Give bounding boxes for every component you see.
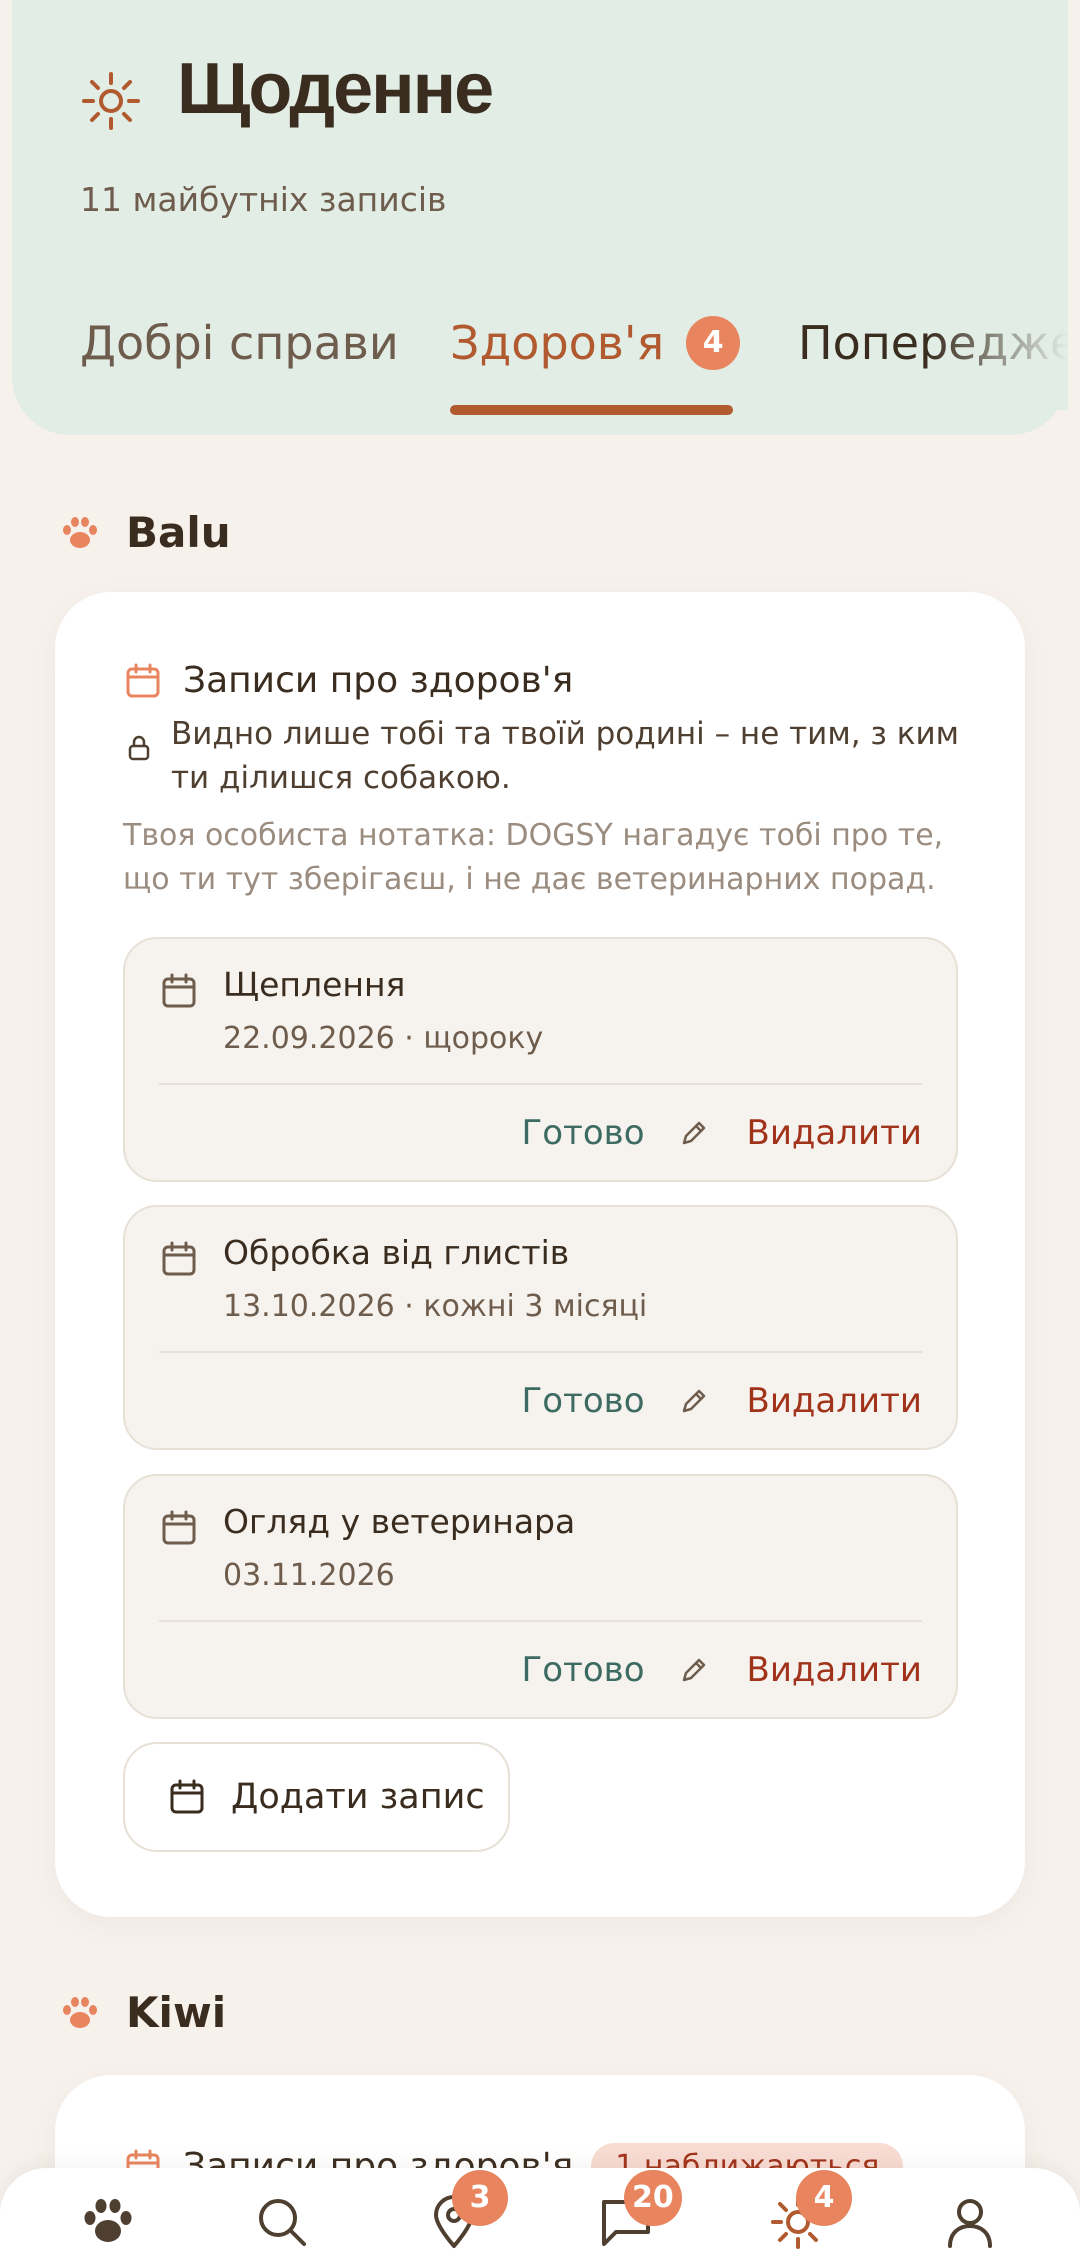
dog-heading-balu: Balu — [60, 508, 231, 557]
calendar-icon — [162, 1241, 196, 1276]
dog-name: Kiwi — [126, 1988, 227, 2037]
search-icon — [259, 2199, 306, 2246]
nav-badge: 20 — [624, 2170, 682, 2226]
page-title: Щоденне — [177, 49, 494, 129]
paw-icon — [63, 516, 97, 548]
upcoming-count: 11 майбутніх записів — [80, 180, 447, 219]
nav-badge: 4 — [796, 2170, 852, 2226]
tab-badge: 4 — [686, 316, 741, 370]
calendar-icon — [162, 1510, 196, 1545]
profile-icon — [948, 2199, 992, 2248]
active-tab-indicator — [450, 405, 733, 415]
record-title: Огляд у ветеринара — [223, 1502, 576, 1541]
nav-search[interactable] — [254, 2194, 314, 2254]
paw-icon — [63, 1996, 97, 2028]
add-record-button[interactable]: Додати запис — [123, 1742, 510, 1852]
health-record[interactable]: Огляд у ветеринара 03.11.2026 Готово Вид… — [123, 1474, 958, 1719]
record-date: 03.11.2026 — [223, 1558, 395, 1593]
divider — [159, 1351, 922, 1353]
calendar-icon — [170, 1779, 204, 1814]
nav-profile[interactable] — [942, 2194, 1002, 2254]
tab-bar: Добрі справи Здоров'я 4 Попередження — [80, 310, 1068, 420]
pencil-icon[interactable] — [679, 1118, 709, 1148]
calendar-icon — [126, 663, 160, 697]
nav-map[interactable]: 3 — [426, 2170, 508, 2254]
privacy-text: Видно лише тобі та твоїй родині – не тим… — [171, 716, 960, 796]
tab-label: Здоров'я — [450, 316, 665, 370]
personal-note: Твоя особиста нотатка: DOGSY нагадує тоб… — [123, 818, 944, 897]
pencil-icon[interactable] — [679, 1386, 709, 1416]
done-button[interactable]: Готово — [522, 1650, 645, 1690]
record-actions: Готово Видалити — [522, 1642, 922, 1698]
tab-health[interactable]: Здоров'я 4 — [450, 310, 741, 376]
privacy-notice: Видно лише тобі та твоїй родині – не тим… — [125, 712, 1005, 800]
nav-chat[interactable]: 20 — [598, 2170, 682, 2254]
nav-dogs[interactable] — [80, 2194, 140, 2254]
record-actions: Готово Видалити — [522, 1105, 922, 1161]
lock-icon — [128, 735, 150, 761]
nav-badge: 3 — [452, 2170, 508, 2226]
record-title: Обробка від глистів — [223, 1233, 570, 1272]
tab-label: Добрі справи — [80, 316, 399, 370]
health-record[interactable]: Щеплення 22.09.2026 · щороку Готово Вида… — [123, 937, 958, 1182]
calendar-icon — [162, 973, 196, 1008]
card-title: Записи про здоров'я — [125, 660, 573, 701]
divider — [159, 1620, 922, 1622]
record-title: Щеплення — [223, 965, 406, 1004]
delete-button[interactable]: Видалити — [747, 1650, 923, 1690]
bottom-nav: 3 20 4 — [0, 2168, 1080, 2268]
divider — [159, 1083, 922, 1085]
card-title-text: Записи про здоров'я — [183, 660, 574, 701]
nav-daily[interactable]: 4 — [770, 2170, 852, 2254]
record-date: 22.09.2026 · щороку — [223, 1021, 544, 1056]
health-record[interactable]: Обробка від глистів 13.10.2026 · кожні 3… — [123, 1205, 958, 1450]
paw-icon — [84, 2199, 132, 2242]
tab-good-deeds[interactable]: Добрі справи — [80, 310, 399, 376]
delete-button[interactable]: Видалити — [747, 1381, 923, 1421]
header: Щоденне 11 майбутніх записів Добрі справ… — [12, 0, 1068, 435]
health-card-balu: Записи про здоров'я Видно лише тобі та т… — [55, 592, 1025, 1917]
record-date: 13.10.2026 · кожні 3 місяці — [223, 1289, 648, 1324]
tabs-fade — [928, 310, 1068, 410]
sun-icon — [82, 72, 140, 130]
dog-name: Balu — [126, 508, 231, 557]
delete-button[interactable]: Видалити — [747, 1113, 923, 1153]
done-button[interactable]: Готово — [522, 1113, 645, 1153]
record-actions: Готово Видалити — [522, 1373, 922, 1429]
done-button[interactable]: Готово — [522, 1381, 645, 1421]
pencil-icon[interactable] — [679, 1655, 709, 1685]
add-record-label: Додати запис — [231, 1777, 485, 1817]
dog-heading-kiwi: Kiwi — [60, 1988, 226, 2037]
